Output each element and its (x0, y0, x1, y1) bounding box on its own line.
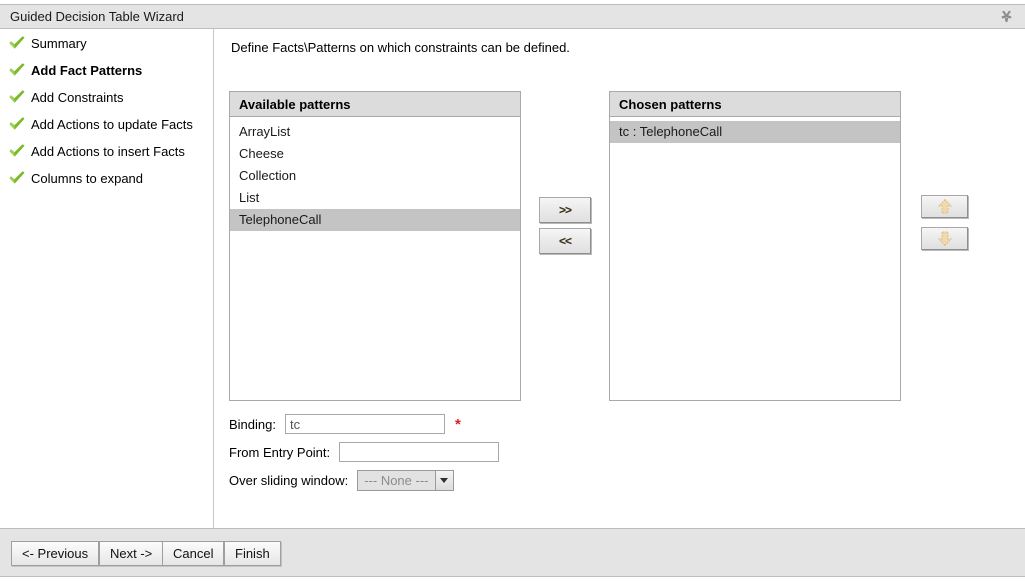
available-patterns-items: ArrayList Cheese Collection List Telepho… (230, 117, 520, 231)
sidebar-item-label: Add Actions to update Facts (31, 116, 193, 132)
cancel-button[interactable]: Cancel (162, 541, 225, 566)
instruction-text: Define Facts\Patterns on which constrain… (231, 40, 570, 55)
sidebar-item-label: Summary (31, 35, 87, 51)
entry-point-input[interactable] (339, 442, 500, 462)
move-left-button[interactable]: << (539, 228, 591, 254)
previous-button[interactable]: <- Previous (11, 541, 100, 566)
available-patterns-header: Available patterns (230, 92, 520, 117)
footer-bar: <- Previous Next -> Cancel Finish (0, 528, 1025, 577)
binding-input[interactable] (284, 414, 445, 434)
chosen-patterns-listbox: Chosen patterns tc : TelephoneCall (609, 91, 901, 401)
list-item[interactable]: tc : TelephoneCall (610, 121, 900, 143)
sidebar-item-columns-to-expand[interactable]: Columns to expand (8, 168, 143, 188)
entry-point-label: From Entry Point: (229, 444, 331, 460)
move-left-label: << (558, 234, 572, 248)
title-bar: Guided Decision Table Wizard (0, 4, 1025, 29)
arrow-up-icon (937, 198, 953, 215)
chosen-patterns-header: Chosen patterns (610, 92, 900, 117)
check-icon (8, 116, 26, 132)
required-marker: * (454, 415, 461, 433)
check-icon (8, 143, 26, 159)
sidebar-item-summary[interactable]: Summary (8, 33, 87, 53)
sidebar-item-label: Columns to expand (31, 170, 144, 186)
sidebar-item-add-fact-patterns[interactable]: Add Fact Patterns (8, 60, 142, 80)
sliding-window-value: --- None --- (364, 472, 429, 488)
sidebar-item-label: Add Fact Patterns (31, 62, 143, 78)
binding-label: Binding: (229, 416, 276, 432)
wizard-steps-sidebar: Summary Add Fact Patterns Add Constraint… (0, 29, 213, 528)
wizard-window: Guided Decision Table Wizard Summary Add… (0, 0, 1025, 582)
move-up-button[interactable] (921, 195, 968, 218)
list-item[interactable]: List (230, 187, 520, 209)
finish-button[interactable]: Finish (224, 541, 281, 566)
chevron-down-icon[interactable] (434, 470, 453, 490)
sidebar-item-add-actions-insert-facts[interactable]: Add Actions to insert Facts (8, 141, 185, 161)
next-button[interactable]: Next -> (99, 541, 164, 566)
sliding-window-row: Over sliding window: --- None --- (229, 469, 454, 491)
check-icon (8, 89, 26, 105)
sidebar-item-label: Add Constraints (31, 89, 124, 105)
move-down-button[interactable] (921, 227, 968, 250)
entry-point-row: From Entry Point: (229, 441, 500, 463)
sidebar-item-label: Add Actions to insert Facts (31, 143, 185, 159)
check-icon (8, 62, 26, 78)
binding-row: Binding: * (229, 413, 461, 435)
main-panel: Define Facts\Patterns on which constrain… (214, 29, 1025, 528)
move-right-label: >> (558, 203, 572, 217)
available-patterns-listbox: Available patterns ArrayList Cheese Coll… (229, 91, 521, 401)
chosen-patterns-items: tc : TelephoneCall (610, 117, 900, 143)
window-title: Guided Decision Table Wizard (10, 9, 184, 24)
check-icon (8, 170, 26, 186)
sidebar-item-add-constraints[interactable]: Add Constraints (8, 87, 124, 107)
close-icon[interactable] (998, 8, 1015, 25)
check-icon (8, 35, 26, 51)
sliding-window-label: Over sliding window: (229, 472, 349, 488)
arrow-down-icon (937, 230, 953, 247)
list-item[interactable]: Collection (230, 165, 520, 187)
move-right-button[interactable]: >> (539, 197, 591, 223)
list-item[interactable]: Cheese (230, 143, 520, 165)
list-item[interactable]: ArrayList (230, 121, 520, 143)
body-area: Summary Add Fact Patterns Add Constraint… (0, 29, 1025, 528)
sidebar-item-add-actions-update-facts[interactable]: Add Actions to update Facts (8, 114, 193, 134)
list-item[interactable]: TelephoneCall (230, 209, 520, 231)
sliding-window-select[interactable]: --- None --- (357, 469, 454, 491)
